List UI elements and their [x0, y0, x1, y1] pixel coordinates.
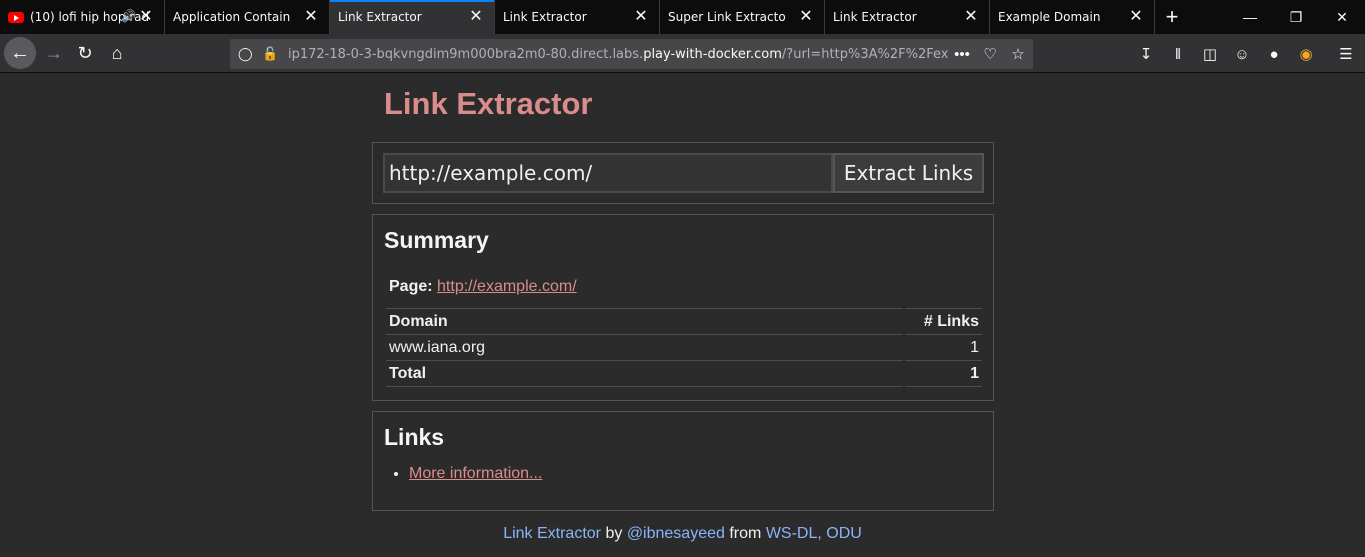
tab-link-extractor[interactable]: Link Extractor ✕: [495, 0, 660, 34]
url-input[interactable]: http://example.com/: [383, 153, 833, 193]
tab-strip: (10) lofi hip hop radio - beats to relax…: [0, 0, 1365, 34]
close-tab-icon[interactable]: ✕: [303, 8, 319, 24]
menu-icon[interactable]: ☰: [1335, 43, 1357, 65]
footer: Link Extractor by @ibnesayeed from WS-DL…: [0, 525, 1365, 543]
domain-cell: www.iana.org: [386, 334, 904, 361]
tab-link-extractor[interactable]: Link Extractor ✕: [825, 0, 990, 34]
footer-from-text: from: [729, 525, 762, 542]
close-tab-icon[interactable]: ✕: [798, 8, 814, 24]
forward-arrow-icon[interactable]: →: [39, 38, 69, 68]
footer-by-text: by: [605, 525, 623, 542]
close-tab-icon[interactable]: ✕: [1128, 8, 1144, 24]
home-icon[interactable]: ⌂: [102, 38, 132, 68]
tab-label: Link Extractor: [503, 10, 587, 24]
address-bar[interactable]: ◯ 🔓 ip172-18-0-3-bqkvngdim9m000bra2m0-80…: [230, 39, 1033, 69]
tab-label: Super Link Extractor: [668, 10, 786, 24]
close-tab-icon[interactable]: ✕: [138, 8, 154, 24]
youtube-icon: [8, 11, 24, 23]
insecure-lock-icon[interactable]: 🔓: [262, 46, 278, 62]
page-label: Page:: [389, 278, 433, 295]
total-count: 1: [903, 360, 982, 387]
page-title: Link Extractor: [384, 86, 593, 121]
footer-author-link[interactable]: @ibnesayeed: [627, 525, 725, 542]
list-item: More information...: [409, 465, 542, 483]
restore-icon[interactable]: ❐: [1273, 0, 1319, 34]
new-tab-icon[interactable]: +: [1155, 0, 1189, 34]
count-cell: 1: [903, 334, 982, 361]
footer-app-link[interactable]: Link Extractor: [503, 525, 601, 542]
table-row: www.iana.org 1: [386, 334, 982, 361]
close-tab-icon[interactable]: ✕: [633, 8, 649, 24]
tab-super-link-extractor[interactable]: Super Link Extractor ✕: [660, 0, 825, 34]
tab-label: Application Containerization: [173, 10, 291, 24]
summary-heading: Summary: [384, 227, 489, 253]
download-icon[interactable]: ↧: [1135, 43, 1157, 65]
account-icon[interactable]: ☺: [1231, 43, 1253, 65]
navigation-toolbar: ← → ↻ ⌂ ◯ 🔓 ip172-18-0-3-bqkvngdim9m000b…: [0, 34, 1365, 73]
domain-table: Domain # Links www.iana.org 1 Total 1: [386, 308, 982, 387]
tab-label: Example Domain: [998, 10, 1101, 24]
sidebar-icon[interactable]: ◫: [1199, 43, 1221, 65]
library-icon[interactable]: ‖: [1167, 43, 1189, 65]
summary-section: Summary Page: http://example.com/ Domain…: [372, 214, 994, 401]
bookmark-star-icon[interactable]: ☆: [1004, 45, 1032, 63]
footer-org-link[interactable]: WS-DL, ODU: [766, 525, 862, 542]
close-window-icon[interactable]: ✕: [1319, 0, 1365, 34]
close-tab-icon[interactable]: ✕: [468, 8, 484, 24]
close-tab-icon[interactable]: ✕: [963, 8, 979, 24]
page-url-link[interactable]: http://example.com/: [437, 278, 577, 295]
url-form: http://example.com/ Extract Links: [372, 142, 994, 204]
column-header-domain: Domain: [386, 308, 904, 335]
links-heading: Links: [384, 424, 445, 450]
tab-example-domain[interactable]: Example Domain ✕: [990, 0, 1155, 34]
links-list: More information...: [409, 465, 542, 483]
table-total-row: Total 1: [386, 360, 982, 387]
web-page: Link Extractor http://example.com/ Extra…: [0, 73, 1365, 557]
back-arrow-icon[interactable]: ←: [4, 37, 36, 69]
tab-youtube[interactable]: (10) lofi hip hop radio - beats to relax…: [0, 0, 165, 34]
tab-label: Link Extractor: [833, 10, 917, 24]
minimize-icon[interactable]: —: [1227, 0, 1273, 34]
tab-application-containerization[interactable]: Application Containerization ✕: [165, 0, 330, 34]
extracted-link[interactable]: More information...: [409, 465, 542, 482]
extension-mouse-icon[interactable]: ●: [1263, 43, 1285, 65]
extract-links-button[interactable]: Extract Links: [833, 153, 984, 193]
page-actions-icon[interactable]: •••: [948, 46, 976, 63]
speaker-icon[interactable]: 🔊: [121, 9, 136, 23]
links-section: Links More information...: [372, 411, 994, 511]
extension-monkey-icon[interactable]: ◉: [1295, 43, 1317, 65]
column-header-links: # Links: [903, 308, 982, 335]
tab-link-extractor-active[interactable]: Link Extractor ✕: [330, 0, 495, 34]
tracking-shield-icon[interactable]: ◯: [238, 46, 254, 62]
total-label: Total: [386, 360, 904, 387]
table-header-row: Domain # Links: [386, 308, 982, 335]
page-line: Page: http://example.com/: [389, 278, 577, 296]
url-text[interactable]: ip172-18-0-3-bqkvngdim9m000bra2m0-80.dir…: [288, 47, 948, 62]
reload-icon[interactable]: ↻: [70, 38, 100, 68]
tab-label: Link Extractor: [338, 10, 422, 24]
pocket-icon[interactable]: ♡: [976, 45, 1004, 63]
